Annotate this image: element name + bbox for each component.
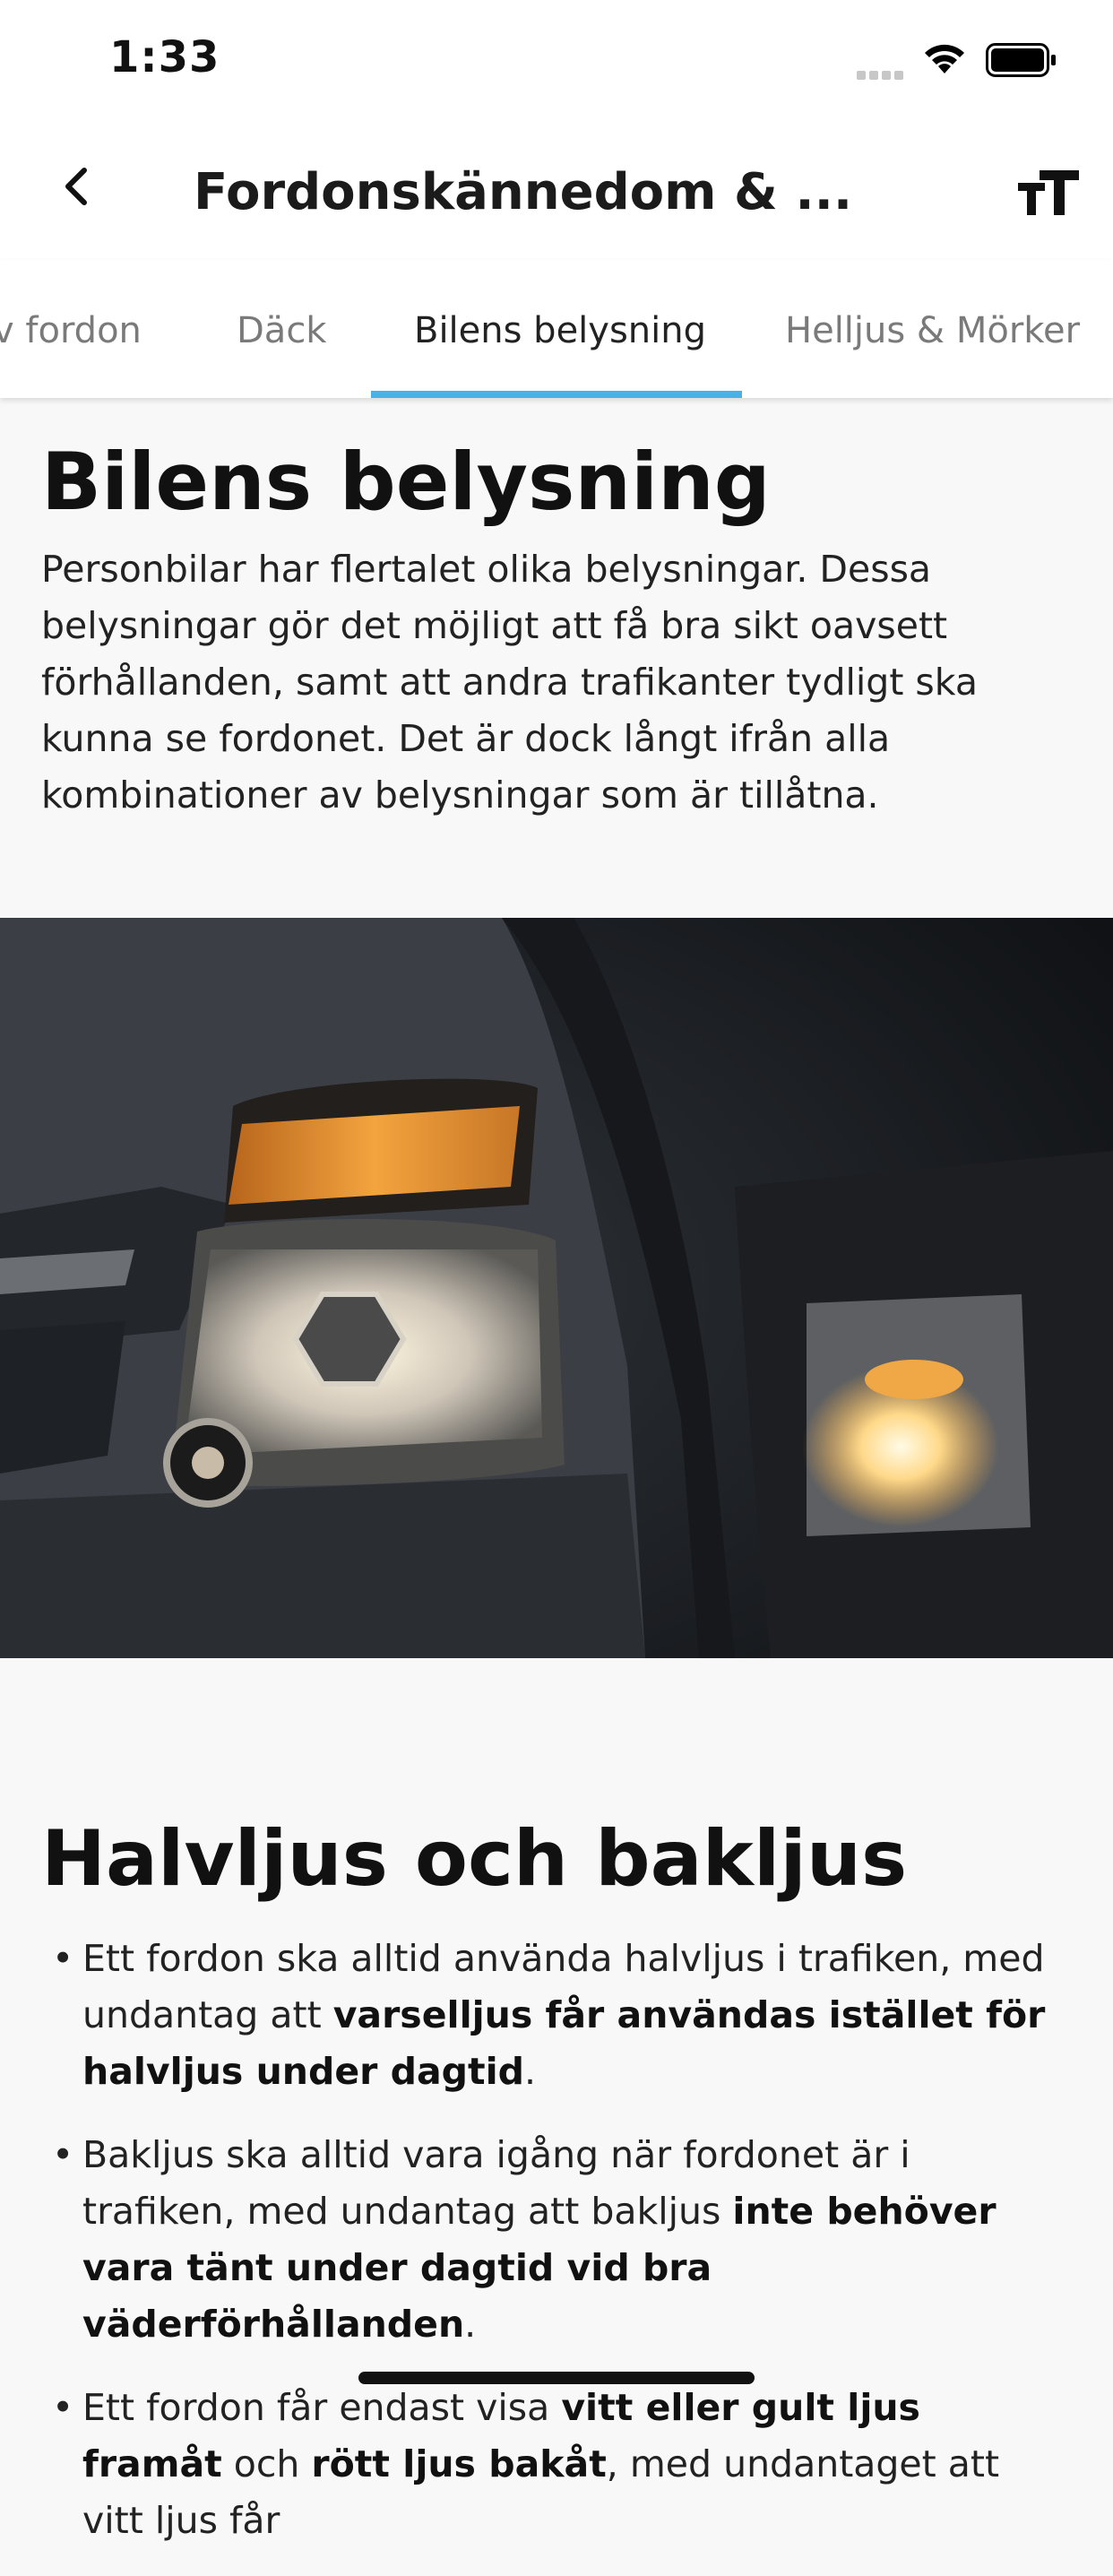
tab-bar: v fordon Däck Bilens belysning Helljus &… (0, 260, 1113, 398)
status-time: 1:33 (109, 32, 220, 82)
bullet-text: . (464, 2303, 477, 2346)
bullet-text: . (524, 2050, 537, 2093)
status-bar: 1:33 (0, 0, 1113, 125)
home-indicator[interactable] (358, 2372, 755, 2384)
cellular-signal-icon (857, 66, 907, 83)
active-tab-indicator (371, 391, 742, 398)
battery-icon (986, 43, 1056, 77)
section-title: Bilens belysning (41, 436, 771, 528)
tab-bilens-belysning[interactable]: Bilens belysning (414, 310, 706, 351)
list-item: Ett fordon får endast visa vitt eller gu… (52, 2380, 1065, 2549)
tab-fordon[interactable]: v fordon (0, 310, 142, 351)
bullet-list: Ett fordon ska alltid använda halvljus i… (52, 1931, 1065, 2576)
page-title: Fordonskännedom & ... (194, 163, 853, 221)
list-item: Bakljus ska alltid vara igång när fordon… (52, 2127, 1065, 2353)
section-body: Personbilar har flertalet olika belysnin… (41, 548, 978, 817)
section-title: Halvljus och bakljus (41, 1814, 908, 1904)
bullet-text: och (221, 2442, 312, 2485)
tab-dack[interactable]: Däck (237, 310, 326, 351)
tab-helljus-morker[interactable]: Helljus & Mörker (785, 310, 1080, 351)
back-chevron-icon[interactable] (50, 160, 104, 213)
car-headlight-photo (0, 918, 1113, 1658)
wifi-icon (925, 44, 964, 73)
bullet-text: Ett fordon får endast visa (82, 2386, 562, 2429)
text-size-icon[interactable] (1018, 167, 1081, 217)
list-item: Ett fordon ska alltid använda halvljus i… (52, 1931, 1065, 2100)
navigation-bar: Fordonskännedom & ... (0, 125, 1113, 260)
bullet-emphasis: rött ljus bakåt (311, 2442, 607, 2485)
